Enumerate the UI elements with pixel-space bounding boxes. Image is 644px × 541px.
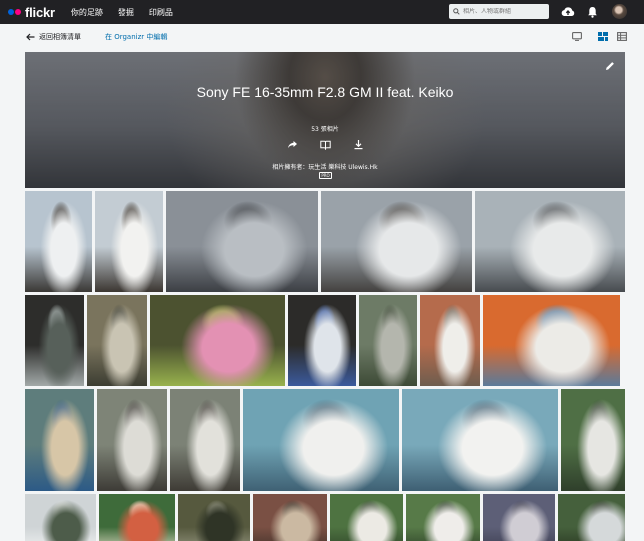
- back-to-albums-link[interactable]: 返回相簿清單: [26, 32, 81, 42]
- user-avatar[interactable]: [612, 4, 627, 19]
- upload-icon[interactable]: [560, 4, 576, 20]
- photo-thumbnail[interactable]: [150, 295, 285, 386]
- photo-thumbnail[interactable]: [87, 295, 147, 386]
- nav-item-prints[interactable]: 印刷品: [149, 7, 173, 18]
- photo-count: 53 張相片: [311, 126, 339, 133]
- search-input[interactable]: [463, 8, 543, 15]
- edit-pencil-icon[interactable]: [604, 60, 616, 72]
- photo-thumbnail[interactable]: [359, 295, 417, 386]
- notifications-bell-icon[interactable]: [587, 4, 598, 20]
- photo-thumbnail[interactable]: [25, 389, 94, 491]
- edit-in-organizr-link[interactable]: 在 Organizr 中編輯: [105, 32, 167, 42]
- photo-thumbnail[interactable]: [97, 389, 167, 491]
- photo-thumbnail[interactable]: [25, 295, 84, 386]
- book-icon[interactable]: [319, 139, 331, 150]
- photo-thumbnail[interactable]: [406, 494, 480, 541]
- photo-thumbnail[interactable]: [330, 494, 403, 541]
- search-box[interactable]: [449, 4, 549, 19]
- photo-thumbnail[interactable]: [288, 295, 356, 386]
- logo-text: flickr: [25, 4, 55, 20]
- album-actions: [25, 139, 625, 150]
- download-icon[interactable]: [353, 139, 364, 150]
- photo-thumbnail[interactable]: [558, 494, 625, 541]
- album-title: Sony FE 16-35mm F2.8 GM II feat. Keiko: [196, 84, 454, 100]
- arrow-left-icon: [26, 33, 35, 41]
- photo-thumbnail[interactable]: [25, 191, 92, 292]
- logo-blue-dot: [8, 9, 14, 15]
- album-owner[interactable]: 相片擁有者：玩生活 樂科技 Ulewis.Hk: [25, 162, 625, 171]
- search-icon: [453, 8, 460, 15]
- nav-item-explore[interactable]: 發掘: [118, 7, 134, 18]
- photo-thumbnail[interactable]: [475, 191, 625, 292]
- photo-thumbnail[interactable]: [483, 494, 555, 541]
- photo-thumbnail[interactable]: [420, 295, 480, 386]
- photo-thumbnail[interactable]: [402, 389, 558, 491]
- photo-thumbnail[interactable]: [166, 191, 318, 292]
- detail-view-icon[interactable]: [617, 32, 627, 41]
- photo-thumbnail[interactable]: [253, 494, 327, 541]
- logo-pink-dot: [15, 9, 21, 15]
- pro-badge: PRO: [319, 172, 332, 179]
- photo-thumbnail[interactable]: [25, 494, 96, 541]
- grid-view-icon[interactable]: [598, 32, 608, 41]
- top-nav: flickr 你的足跡 發掘 印刷品: [0, 0, 644, 24]
- photo-thumbnail[interactable]: [483, 295, 620, 386]
- photo-thumbnail[interactable]: [95, 191, 163, 292]
- photo-thumbnail[interactable]: [561, 389, 625, 491]
- album-cover: Sony FE 16-35mm F2.8 GM II feat. Keiko 5…: [25, 52, 625, 188]
- photo-thumbnail[interactable]: [170, 389, 240, 491]
- slideshow-icon[interactable]: [572, 32, 582, 41]
- photo-thumbnail[interactable]: [321, 191, 472, 292]
- photo-thumbnail[interactable]: [243, 389, 399, 491]
- back-label: 返回相簿清單: [39, 33, 81, 41]
- share-icon[interactable]: [287, 139, 298, 150]
- flickr-logo[interactable]: flickr: [8, 5, 55, 20]
- photo-grid: [25, 191, 625, 541]
- nav-item-you[interactable]: 你的足跡: [71, 7, 103, 18]
- album-toolbar: 返回相簿清單 在 Organizr 中編輯: [0, 24, 644, 50]
- main-nav: 你的足跡 發掘 印刷品: [71, 7, 173, 18]
- photo-thumbnail[interactable]: [99, 494, 175, 541]
- photo-thumbnail[interactable]: [178, 494, 250, 541]
